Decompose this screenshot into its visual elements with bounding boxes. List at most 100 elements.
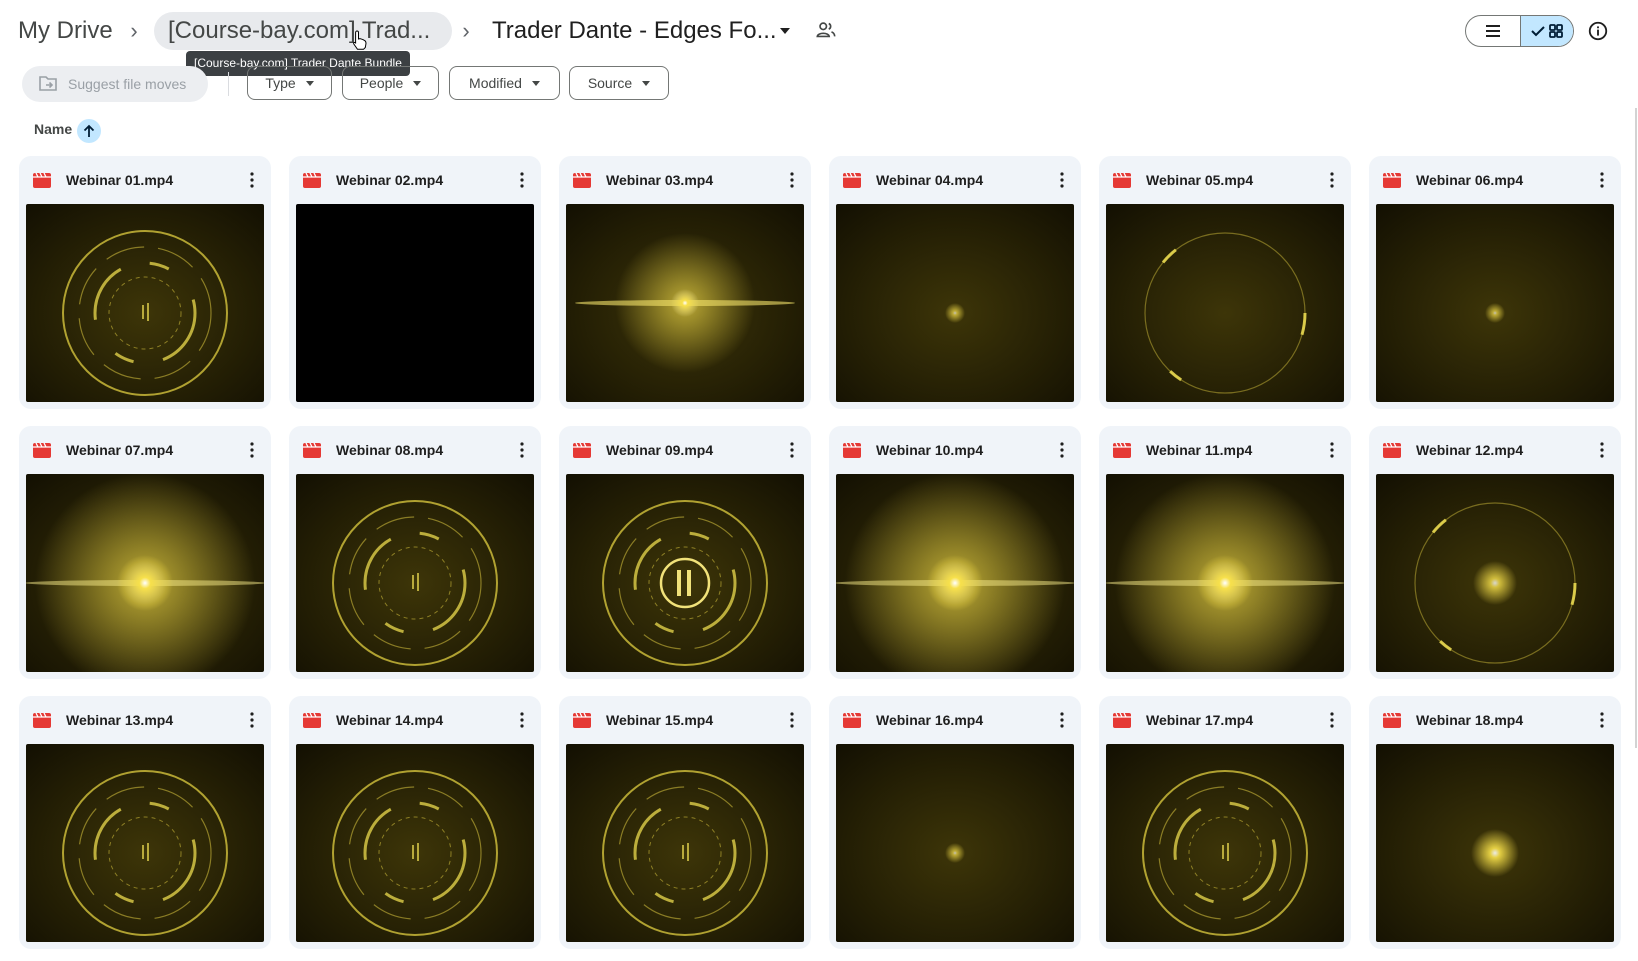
- chevron-right-icon: ›: [462, 18, 470, 43]
- sort-by-name-label[interactable]: Name: [34, 121, 72, 137]
- more-options-icon[interactable]: [1325, 440, 1339, 460]
- thumbnail-image: [836, 744, 1074, 942]
- file-name: Webinar 14.mp4: [336, 712, 444, 728]
- file-card[interactable]: Webinar 02.mp4: [289, 156, 541, 409]
- breadcrumb-my-drive[interactable]: My Drive: [18, 14, 113, 48]
- more-options-icon[interactable]: [1325, 170, 1339, 190]
- file-card[interactable]: Webinar 11.mp4: [1099, 426, 1351, 679]
- video-thumbnail[interactable]: [296, 744, 534, 942]
- file-card-header: Webinar 05.mp4: [1099, 156, 1351, 204]
- file-card[interactable]: Webinar 05.mp4: [1099, 156, 1351, 409]
- file-name: Webinar 06.mp4: [1416, 172, 1524, 188]
- file-card-header: Webinar 14.mp4: [289, 696, 541, 744]
- video-thumbnail[interactable]: [1106, 744, 1344, 942]
- more-options-icon[interactable]: [1055, 710, 1069, 730]
- file-card[interactable]: Webinar 03.mp4: [559, 156, 811, 409]
- file-card-header: Webinar 12.mp4: [1369, 426, 1621, 474]
- video-file-icon: [1383, 443, 1401, 458]
- scrollbar[interactable]: [1635, 108, 1637, 748]
- thumbnail-image: [836, 474, 1074, 672]
- more-options-icon[interactable]: [1595, 440, 1609, 460]
- more-options-icon[interactable]: [1055, 440, 1069, 460]
- thumbnail-image: [296, 204, 534, 402]
- file-card[interactable]: Webinar 07.mp4: [19, 426, 271, 679]
- video-thumbnail[interactable]: [26, 474, 264, 672]
- thumbnail-image: [1376, 204, 1614, 402]
- more-options-icon[interactable]: [1325, 710, 1339, 730]
- video-thumbnail[interactable]: [566, 744, 804, 942]
- more-options-icon[interactable]: [1595, 170, 1609, 190]
- more-options-icon[interactable]: [245, 440, 259, 460]
- more-options-icon[interactable]: [785, 170, 799, 190]
- filter-people-chip[interactable]: People: [342, 66, 439, 100]
- video-thumbnail[interactable]: [26, 204, 264, 402]
- file-card[interactable]: Webinar 10.mp4: [829, 426, 1081, 679]
- video-thumbnail[interactable]: [836, 744, 1074, 942]
- video-thumbnail[interactable]: [26, 744, 264, 942]
- video-thumbnail[interactable]: [836, 204, 1074, 402]
- video-thumbnail[interactable]: [296, 474, 534, 672]
- thumbnail-image: [296, 474, 534, 672]
- video-file-icon: [843, 173, 861, 188]
- thumbnail-image: [566, 744, 804, 942]
- file-name: Webinar 13.mp4: [66, 712, 174, 728]
- video-file-icon: [33, 173, 51, 188]
- video-thumbnail[interactable]: [566, 474, 804, 672]
- file-name: Webinar 02.mp4: [336, 172, 444, 188]
- file-card[interactable]: Webinar 13.mp4: [19, 696, 271, 949]
- file-card[interactable]: Webinar 15.mp4: [559, 696, 811, 949]
- suggest-file-moves-button[interactable]: Suggest file moves: [22, 66, 208, 102]
- more-options-icon[interactable]: [1055, 170, 1069, 190]
- file-card[interactable]: Webinar 17.mp4: [1099, 696, 1351, 949]
- more-options-icon[interactable]: [515, 440, 529, 460]
- file-card[interactable]: Webinar 04.mp4: [829, 156, 1081, 409]
- file-card[interactable]: Webinar 01.mp4: [19, 156, 271, 409]
- thumbnail-image: [1376, 744, 1614, 942]
- folder-menu-dropdown-icon[interactable]: [778, 24, 792, 38]
- grid-view-button[interactable]: [1519, 16, 1573, 46]
- file-card[interactable]: Webinar 08.mp4: [289, 426, 541, 679]
- video-thumbnail[interactable]: [296, 204, 534, 402]
- more-options-icon[interactable]: [515, 170, 529, 190]
- video-thumbnail[interactable]: [1376, 474, 1614, 672]
- breadcrumb-current-folder[interactable]: Trader Dante - Edges Fo...: [492, 14, 777, 48]
- list-view-button[interactable]: [1466, 16, 1520, 46]
- video-thumbnail[interactable]: [1376, 744, 1614, 942]
- filter-modified-chip[interactable]: Modified: [449, 66, 560, 100]
- file-card-header: Webinar 01.mp4: [19, 156, 271, 204]
- more-options-icon[interactable]: [515, 710, 529, 730]
- more-options-icon[interactable]: [785, 710, 799, 730]
- file-card[interactable]: Webinar 16.mp4: [829, 696, 1081, 949]
- thumbnail-image: [566, 204, 804, 402]
- thumbnail-image: [1106, 204, 1344, 402]
- thumbnail-image: [296, 744, 534, 942]
- hand-cursor-icon: [353, 30, 367, 50]
- video-thumbnail[interactable]: [1106, 204, 1344, 402]
- filter-people-label: People: [359, 75, 404, 91]
- video-thumbnail[interactable]: [1376, 204, 1614, 402]
- video-thumbnail[interactable]: [566, 204, 804, 402]
- video-thumbnail[interactable]: [836, 474, 1074, 672]
- file-card[interactable]: Webinar 06.mp4: [1369, 156, 1621, 409]
- breadcrumb-parent-folder[interactable]: [Course-bay.com] Trad...: [154, 12, 452, 50]
- video-file-icon: [1383, 713, 1401, 728]
- file-card[interactable]: Webinar 12.mp4: [1369, 426, 1621, 679]
- video-thumbnail[interactable]: [1106, 474, 1344, 672]
- video-file-icon: [1383, 173, 1401, 188]
- more-options-icon[interactable]: [245, 170, 259, 190]
- file-card-header: Webinar 02.mp4: [289, 156, 541, 204]
- filter-type-chip[interactable]: Type: [247, 66, 332, 100]
- info-icon[interactable]: [1587, 20, 1609, 42]
- file-name: Webinar 16.mp4: [876, 712, 984, 728]
- sort-direction-button[interactable]: [77, 119, 101, 143]
- file-card[interactable]: Webinar 14.mp4: [289, 696, 541, 949]
- more-options-icon[interactable]: [245, 710, 259, 730]
- more-options-icon[interactable]: [1595, 710, 1609, 730]
- shared-folder-icon: [816, 22, 836, 38]
- file-card[interactable]: Webinar 09.mp4: [559, 426, 811, 679]
- file-card[interactable]: Webinar 18.mp4: [1369, 696, 1621, 949]
- file-name: Webinar 15.mp4: [606, 712, 714, 728]
- more-options-icon[interactable]: [785, 440, 799, 460]
- file-card-header: Webinar 09.mp4: [559, 426, 811, 474]
- filter-source-chip[interactable]: Source: [569, 66, 669, 100]
